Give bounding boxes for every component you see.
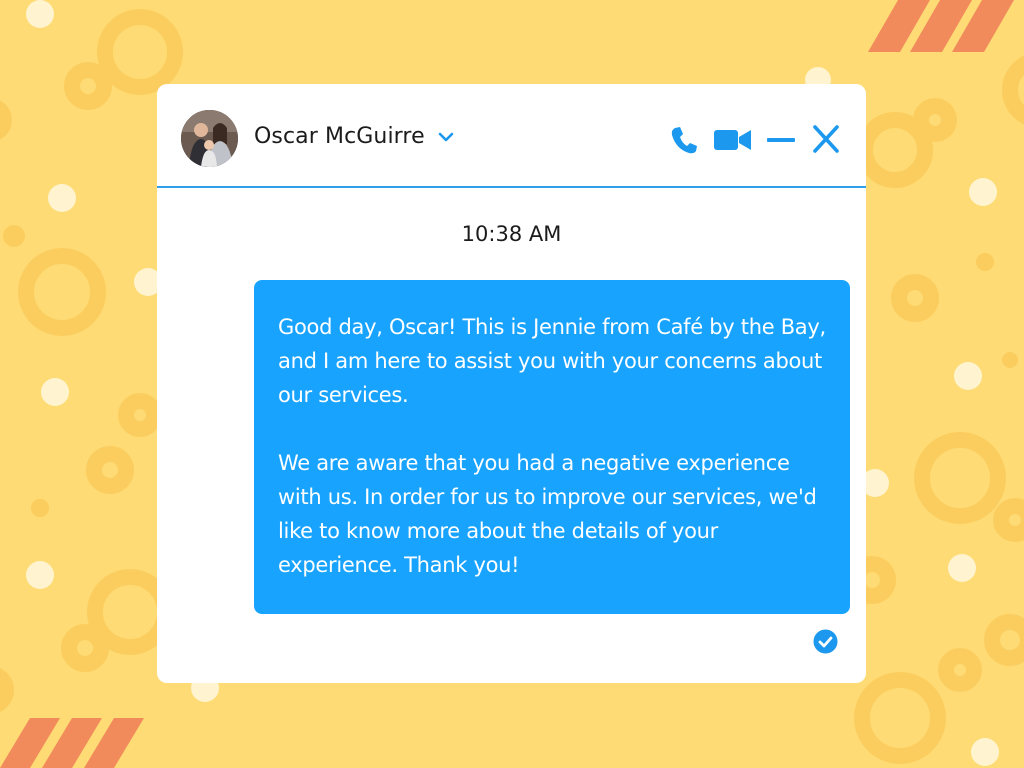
read-checkmark-icon: [813, 629, 838, 654]
message-paragraph: Good day, Oscar! This is Jennie from Caf…: [278, 315, 826, 407]
chat-header: Oscar McGuirre: [157, 84, 866, 188]
family-photo-avatar-icon: [181, 110, 238, 167]
outgoing-message-bubble[interactable]: Good day, Oscar! This is Jennie from Caf…: [254, 280, 850, 614]
message-paragraph: We are aware that you had a negative exp…: [278, 451, 817, 577]
contact-avatar[interactable]: [181, 110, 238, 167]
minus-icon[interactable]: [766, 122, 796, 156]
stripes-bottom-left: [0, 718, 144, 768]
phone-icon[interactable]: [668, 122, 698, 156]
chevron-down-icon[interactable]: [437, 130, 455, 144]
video-camera-icon[interactable]: [713, 122, 753, 156]
contact-name: Oscar McGuirre: [254, 124, 425, 149]
stripes-top-right: [868, 0, 1014, 52]
message-timestamp: 10:38 AM: [461, 222, 562, 246]
chat-window: Oscar McGuirre 10:38 AM Good day, Oscar!…: [157, 84, 866, 683]
close-icon[interactable]: [811, 122, 841, 156]
